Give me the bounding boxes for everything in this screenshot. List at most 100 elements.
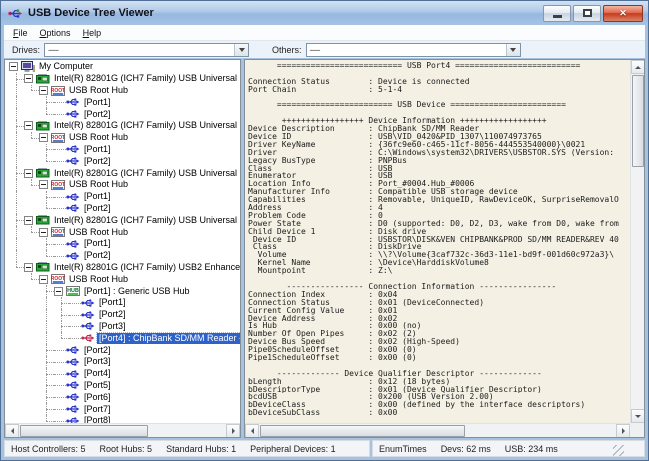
collapse-minus-icon[interactable]	[54, 287, 63, 296]
tree-item-label[interactable]: USB Root Hub	[67, 132, 130, 143]
report-vertical-scrollbar[interactable]	[630, 60, 644, 423]
tree-item-label[interactable]: USB Root Hub	[67, 179, 130, 190]
tree-item-label[interactable]: [Port6]	[82, 392, 113, 403]
tree-item-label[interactable]: [Port2]	[82, 250, 113, 261]
tree-item-label[interactable]: Intel(R) 82801G (ICH7 Family) USB Univer…	[52, 120, 240, 131]
tree-item-label[interactable]: USB Root Hub	[67, 85, 130, 96]
tree-item[interactable]: Intel(R) 82801G (ICH7 Family) USB Univer…	[5, 167, 240, 179]
others-combobox[interactable]: -----	[306, 43, 521, 57]
tree-item[interactable]: Intel(R) 82801G (ICH7 Family) USB Univer…	[5, 120, 240, 132]
tree-guide-line	[9, 321, 24, 333]
tree-item-label[interactable]: Intel(R) 82801G (ICH7 Family) USB Univer…	[52, 73, 240, 84]
tree-item[interactable]: Intel(R) 82801G (ICH7 Family) USB Univer…	[5, 73, 240, 85]
tree-horizontal-scrollbar[interactable]	[5, 423, 240, 437]
tree-item[interactable]: [Port4]	[5, 368, 240, 380]
tree-item[interactable]: [Port2]	[5, 203, 240, 215]
tree-item[interactable]: [Port1]	[5, 297, 240, 309]
tree-item[interactable]: [Port4] : ChipBank SD/MM Reader - Z:\	[5, 332, 240, 344]
tree-item[interactable]: [Port2]	[5, 250, 240, 262]
scrollbar-thumb[interactable]	[632, 75, 644, 167]
collapse-minus-icon[interactable]	[39, 133, 48, 142]
collapse-minus-icon[interactable]	[39, 180, 48, 189]
menu-help[interactable]: Help	[77, 27, 108, 39]
tree-item-label[interactable]: [Port1]	[82, 191, 113, 202]
tree-item[interactable]: [Port3]	[5, 321, 240, 333]
drives-combobox-dropdown-button[interactable]	[234, 44, 248, 56]
tree-item-label[interactable]: USB Root Hub	[67, 274, 130, 285]
tree-item[interactable]: [Port1]	[5, 144, 240, 156]
collapse-minus-icon[interactable]	[9, 62, 18, 71]
tree-item[interactable]: Intel(R) 82801G (ICH7 Family) USB2 Enhan…	[5, 262, 240, 274]
tree-item[interactable]: [Port1]	[5, 191, 240, 203]
tree-item[interactable]: [Port3]	[5, 356, 240, 368]
tree-item-label[interactable]: [Port2]	[82, 156, 113, 167]
tree-item-label[interactable]: [Port1] : Generic USB Hub	[82, 286, 192, 297]
tree-item[interactable]: [Port8]	[5, 415, 240, 423]
tree-item[interactable]: [Port2]	[5, 309, 240, 321]
collapse-minus-icon[interactable]	[24, 121, 33, 130]
tree-item[interactable]: ROOTUSB Root Hub	[5, 132, 240, 144]
close-button[interactable]: ✕	[603, 5, 643, 22]
title-bar[interactable]: USB Device Tree Viewer ✕	[1, 1, 648, 25]
maximize-button[interactable]	[573, 5, 601, 22]
scroll-down-button[interactable]	[631, 409, 645, 423]
scroll-left-button[interactable]	[245, 424, 259, 438]
tree-item[interactable]: [Port2]	[5, 344, 240, 356]
report-line: Current Config Value : 0x01	[248, 307, 630, 315]
tree-item[interactable]: [Port2]	[5, 155, 240, 167]
collapse-minus-icon[interactable]	[24, 169, 33, 178]
tree-item-label[interactable]: [Port2]	[82, 203, 113, 214]
scrollbar-thumb[interactable]	[260, 425, 465, 437]
tree-item-label[interactable]: [Port4]	[82, 368, 113, 379]
tree-item-label[interactable]: [Port5]	[82, 380, 113, 391]
collapse-minus-icon[interactable]	[24, 263, 33, 272]
tree-item-label[interactable]: [Port2]	[97, 309, 128, 320]
tree-item[interactable]: [Port6]	[5, 391, 240, 403]
tree-item[interactable]: My Computer	[5, 61, 240, 73]
tree-item[interactable]: ROOTUSB Root Hub	[5, 273, 240, 285]
report-horizontal-scrollbar[interactable]	[245, 423, 630, 437]
tree-item-label[interactable]: [Port1]	[82, 238, 113, 249]
collapse-minus-icon[interactable]	[24, 74, 33, 83]
scroll-right-button[interactable]	[226, 424, 240, 438]
scroll-up-button[interactable]	[631, 60, 645, 74]
tree-item[interactable]: Intel(R) 82801G (ICH7 Family) USB Univer…	[5, 214, 240, 226]
scrollbar-thumb[interactable]	[20, 425, 148, 437]
menu-file[interactable]: File	[7, 27, 34, 39]
tree-item[interactable]: ROOTUSB Root Hub	[5, 226, 240, 238]
tree-item[interactable]: HUB[Port1] : Generic USB Hub	[5, 285, 240, 297]
collapse-minus-icon[interactable]	[39, 228, 48, 237]
tree-item-label[interactable]: Intel(R) 82801G (ICH7 Family) USB Univer…	[52, 215, 240, 226]
tree-item[interactable]: [Port1]	[5, 96, 240, 108]
collapse-minus-icon[interactable]	[39, 275, 48, 284]
tree-item-label[interactable]: [Port7]	[82, 404, 113, 415]
collapse-minus-icon[interactable]	[24, 216, 33, 225]
resize-grip[interactable]	[613, 445, 624, 456]
tree-item-label[interactable]: Intel(R) 82801G (ICH7 Family) USB Univer…	[52, 168, 240, 179]
tree-item-label[interactable]: [Port4] : ChipBank SD/MM Reader - Z:\	[97, 333, 240, 344]
tree-item[interactable]: [Port1]	[5, 238, 240, 250]
minimize-button[interactable]	[543, 5, 571, 22]
tree-item[interactable]: [Port7]	[5, 403, 240, 415]
tree-item-label[interactable]: USB Root Hub	[67, 227, 130, 238]
tree-item-label[interactable]: [Port3]	[97, 321, 128, 332]
tree-item[interactable]: [Port5]	[5, 380, 240, 392]
tree-item-label[interactable]: Intel(R) 82801G (ICH7 Family) USB2 Enhan…	[52, 262, 240, 273]
menu-options[interactable]: Options	[34, 27, 77, 39]
collapse-minus-icon[interactable]	[39, 86, 48, 95]
scroll-left-button[interactable]	[5, 424, 19, 438]
tree-item-label[interactable]: [Port1]	[97, 297, 128, 308]
tree-item-label[interactable]: [Port2]	[82, 345, 113, 356]
drives-combobox[interactable]: -----	[44, 43, 249, 57]
scroll-right-button[interactable]	[616, 424, 630, 438]
tree-item-label[interactable]: [Port2]	[82, 109, 113, 120]
tree-item-label[interactable]: My Computer	[37, 61, 95, 72]
others-combobox-dropdown-button[interactable]	[506, 44, 520, 56]
tree-item-label[interactable]: [Port1]	[82, 144, 113, 155]
tree-item-label[interactable]: [Port8]	[82, 415, 113, 423]
tree-item[interactable]: ROOTUSB Root Hub	[5, 179, 240, 191]
tree-item[interactable]: ROOTUSB Root Hub	[5, 85, 240, 97]
tree-item-label[interactable]: [Port3]	[82, 356, 113, 367]
tree-item[interactable]: [Port2]	[5, 108, 240, 120]
tree-item-label[interactable]: [Port1]	[82, 97, 113, 108]
